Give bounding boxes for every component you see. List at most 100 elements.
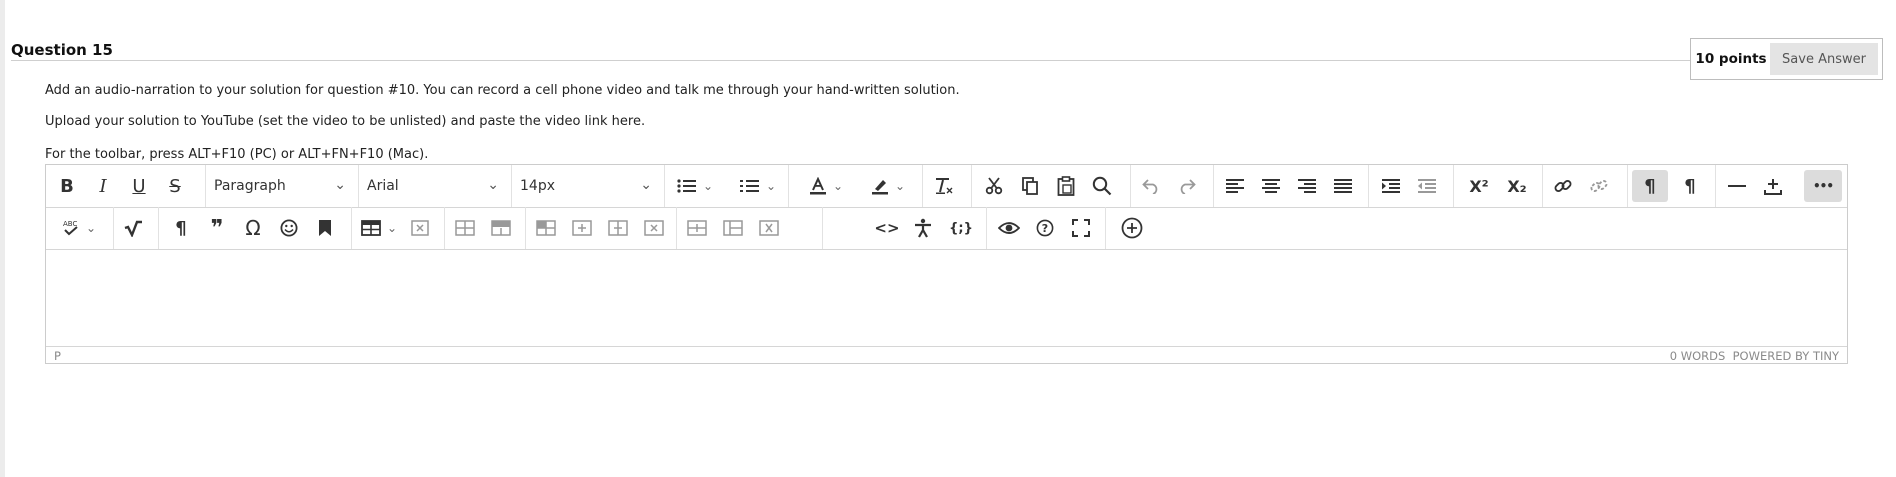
editor-content-area[interactable] — [46, 250, 1847, 346]
math-button[interactable] — [118, 212, 148, 244]
link-button[interactable] — [1548, 170, 1578, 202]
numbered-list-button[interactable]: ⌄ — [734, 170, 782, 202]
find-replace-button[interactable] — [1087, 170, 1117, 202]
code-sample-button[interactable]: {;} — [944, 212, 978, 244]
emoticons-button[interactable] — [274, 212, 304, 244]
unlink-icon — [1590, 180, 1608, 192]
emoji-icon — [280, 219, 298, 237]
toolbar-separator — [1368, 165, 1369, 207]
merge-cell-button[interactable] — [718, 212, 748, 244]
toolbar-row-2: ABC ⌄ ¶ ❞ Ω ⌄ <> {;} ? — [46, 207, 1847, 250]
code-icon: <> — [874, 219, 900, 237]
delete-cell-button[interactable] — [754, 212, 784, 244]
toolbar-separator — [1105, 207, 1106, 249]
delete-col-button[interactable] — [639, 212, 669, 244]
word-count[interactable]: 0 WORDS — [1670, 349, 1726, 363]
rtl-button[interactable]: ¶ — [1674, 170, 1706, 202]
spellcheck-button[interactable]: ABC ⌄ — [52, 212, 106, 244]
editor-statusbar: P 0 WORDS POWERED BY TINY — [46, 346, 1847, 365]
italic-icon: I — [99, 175, 107, 197]
outdent-button[interactable] — [1412, 170, 1442, 202]
math-icon — [124, 220, 142, 237]
question-divider — [11, 60, 1691, 61]
indent-button[interactable] — [1376, 170, 1406, 202]
toolbar-separator — [676, 207, 677, 249]
more-button[interactable]: ••• — [1804, 170, 1842, 202]
blockquote-button[interactable]: ❞ — [202, 212, 232, 244]
superscript-button[interactable]: X² — [1462, 170, 1496, 202]
undo-icon — [1142, 179, 1158, 194]
unlink-button[interactable] — [1584, 170, 1614, 202]
fullscreen-icon — [1072, 219, 1090, 237]
ltr-button[interactable]: ¶ — [1632, 170, 1668, 202]
chevron-down-icon: ⌄ — [487, 177, 499, 193]
table-button[interactable]: ⌄ — [357, 212, 401, 244]
copy-button[interactable] — [1015, 170, 1045, 202]
omega-icon: Ω — [245, 216, 261, 240]
bullet-list-icon — [677, 179, 696, 193]
align-center-button[interactable] — [1256, 170, 1286, 202]
instruction-paragraph-1: Add an audio-narration to your solution … — [45, 83, 960, 98]
accessibility-button[interactable] — [908, 212, 938, 244]
paragraph-mark-icon: ¶ — [175, 217, 187, 239]
insert-file-button[interactable] — [1758, 170, 1788, 202]
font-family-select[interactable]: Arial ⌄ — [359, 170, 509, 202]
powered-by-link[interactable]: POWERED BY TINY — [1733, 349, 1839, 363]
indent-icon — [1382, 179, 1400, 193]
clear-formatting-button[interactable] — [929, 170, 959, 202]
instruction-paragraph-2: Upload your solution to YouTube (set the… — [45, 114, 646, 129]
accessibility-icon — [915, 218, 931, 238]
paragraph-mark-button[interactable]: ¶ — [166, 212, 196, 244]
strikethrough-button[interactable]: S — [160, 170, 190, 202]
undo-button[interactable] — [1136, 170, 1166, 202]
redo-button[interactable] — [1172, 170, 1202, 202]
delete-cell-icon — [759, 220, 779, 236]
justify-icon — [1334, 179, 1352, 193]
table-icon — [361, 220, 381, 236]
highlight-icon — [871, 180, 888, 195]
chevron-down-icon: ⌄ — [640, 177, 652, 193]
toolbar-separator — [351, 207, 352, 249]
align-left-button[interactable] — [1220, 170, 1250, 202]
align-left-icon — [1226, 179, 1244, 193]
subscript-button[interactable]: X₂ — [1500, 170, 1534, 202]
font-size-value: 14px — [520, 178, 555, 194]
chevron-down-icon: ⌄ — [894, 179, 906, 193]
text-color-button[interactable]: ⌄ — [802, 170, 850, 202]
split-cell-button[interactable] — [682, 212, 712, 244]
save-answer-button[interactable]: Save Answer — [1770, 43, 1878, 75]
highlight-color-button[interactable]: ⌄ — [864, 170, 912, 202]
delete-row-button[interactable] — [531, 212, 561, 244]
outdent-icon — [1418, 179, 1436, 193]
horizontal-rule-button[interactable] — [1722, 170, 1752, 202]
row-before-icon — [455, 220, 475, 236]
align-right-button[interactable] — [1292, 170, 1322, 202]
special-character-button[interactable]: Ω — [238, 212, 268, 244]
italic-button[interactable]: I — [88, 170, 118, 202]
element-path[interactable]: P — [54, 349, 61, 363]
col-before-button[interactable] — [567, 212, 597, 244]
fullscreen-button[interactable] — [1066, 212, 1096, 244]
col-after-button[interactable] — [603, 212, 633, 244]
bold-button[interactable]: B — [52, 170, 82, 202]
underline-button[interactable]: U — [124, 170, 154, 202]
search-icon — [1092, 176, 1112, 196]
bookmark-icon — [319, 220, 331, 236]
paste-button[interactable] — [1051, 170, 1081, 202]
horizontal-rule-icon — [1728, 185, 1746, 187]
points-label: 10 points — [1695, 51, 1767, 67]
font-size-select[interactable]: 14px ⌄ — [512, 170, 662, 202]
spellcheck-icon: ABC — [63, 220, 78, 236]
row-after-button[interactable] — [486, 212, 516, 244]
anchor-button[interactable] — [310, 212, 340, 244]
source-code-button[interactable]: <> — [872, 212, 902, 244]
delete-table-button[interactable] — [405, 212, 435, 244]
cut-button[interactable] — [979, 170, 1009, 202]
add-content-button[interactable] — [1117, 212, 1147, 244]
help-button[interactable]: ? — [1030, 212, 1060, 244]
justify-button[interactable] — [1328, 170, 1358, 202]
block-format-select[interactable]: Paragraph ⌄ — [206, 170, 356, 202]
row-before-button[interactable] — [450, 212, 480, 244]
bullet-list-button[interactable]: ⌄ — [671, 170, 719, 202]
preview-button[interactable] — [994, 212, 1024, 244]
